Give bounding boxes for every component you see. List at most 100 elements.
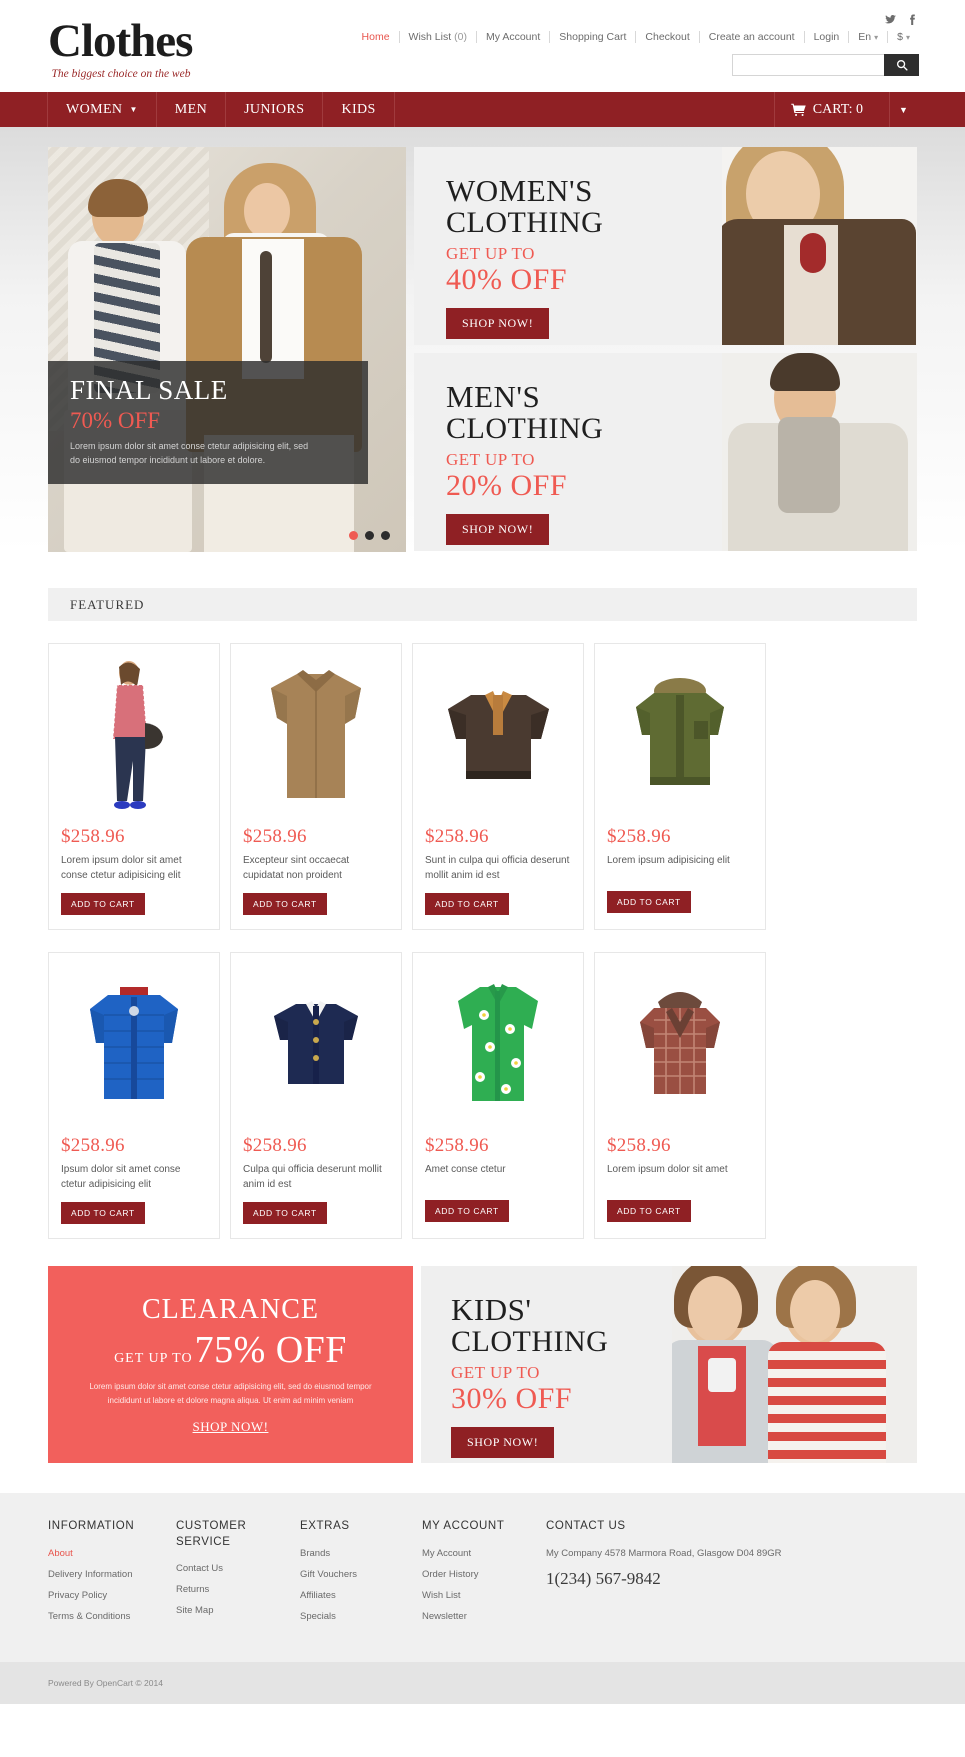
kids-promo-text: KIDS' CLOTHING GET UP TO 30% OFF SHOP NO…: [421, 1266, 608, 1463]
top-link-login[interactable]: Login: [805, 31, 849, 43]
twitter-icon[interactable]: [885, 14, 896, 25]
footer-column-customer-service: CUSTOMER SERVICE Contact Us Returns Site…: [176, 1519, 300, 1632]
chevron-down-icon: ▼: [129, 105, 138, 114]
footer-link-gift-vouchers[interactable]: Gift Vouchers: [300, 1569, 422, 1580]
product-grid-row-2: $258.96 Ipsum dolor sit amet conse ctetu…: [48, 952, 917, 1239]
add-to-cart-button[interactable]: ADD TO CART: [243, 893, 327, 915]
promo-image-womens: [722, 147, 917, 345]
footer-link-order-history[interactable]: Order History: [422, 1569, 546, 1580]
product-price: $258.96: [243, 826, 307, 847]
kids-promo-title-line1: KIDS': [451, 1292, 532, 1327]
footer-link-brands[interactable]: Brands: [300, 1548, 422, 1559]
shop-now-button-mens[interactable]: SHOP NOW!: [446, 513, 550, 545]
cart-block[interactable]: CART: 0 ▼: [773, 92, 917, 127]
nav-item-men-label: MEN: [174, 101, 208, 117]
kids-promo-banner[interactable]: KIDS' CLOTHING GET UP TO 30% OFF SHOP NO…: [421, 1266, 917, 1463]
shop-now-button-kids[interactable]: SHOP NOW!: [451, 1426, 555, 1458]
footer-link-specials[interactable]: Specials: [300, 1611, 422, 1622]
top-link-my-account[interactable]: My Account: [477, 31, 549, 43]
product-card[interactable]: $258.96 Lorem ipsum dolor sit amet conse…: [48, 643, 220, 930]
currency-selector[interactable]: $ ▾: [888, 31, 919, 43]
chevron-down-icon: ▼: [899, 104, 908, 115]
cart-button[interactable]: CART: 0: [791, 102, 889, 118]
top-link-shopping-cart[interactable]: Shopping Cart: [550, 31, 635, 43]
footer-link-newsletter[interactable]: Newsletter: [422, 1611, 546, 1622]
logo-tagline: The biggest choice on the web: [51, 68, 191, 80]
logo[interactable]: Clothes The biggest choice on the web: [48, 18, 193, 81]
footer-link-terms-conditions[interactable]: Terms & Conditions: [48, 1611, 176, 1622]
footer-link-site-map[interactable]: Site Map: [176, 1605, 300, 1616]
footer-link-contact-us[interactable]: Contact Us: [176, 1563, 300, 1574]
product-description: Ipsum dolor sit amet conse ctetur adipis…: [61, 1164, 181, 1190]
cart-dropdown-toggle[interactable]: ▼: [889, 92, 917, 127]
language-label: En: [858, 31, 872, 43]
promo-title-line2: CLOTHING: [446, 206, 604, 240]
footer-link-privacy-policy[interactable]: Privacy Policy: [48, 1590, 176, 1601]
slider-dot-3[interactable]: [381, 531, 390, 540]
promo-discount: 20% OFF: [446, 469, 568, 503]
product-description: Amet conse ctetur: [425, 1164, 506, 1175]
product-card[interactable]: $258.96 Sunt in culpa qui officia deseru…: [412, 643, 584, 930]
site-header: Clothes The biggest choice on the web Ho…: [0, 0, 965, 92]
product-card[interactable]: $258.96 Amet conse ctetur ADD TO CART: [412, 952, 584, 1239]
add-to-cart-button[interactable]: ADD TO CART: [607, 1200, 691, 1222]
nav-item-kids-label: KIDS: [341, 101, 376, 117]
nav-item-women[interactable]: WOMEN ▼: [47, 92, 157, 127]
promo-banner-mens[interactable]: MEN'S CLOTHING GET UP TO 20% OFF SHOP NO…: [414, 353, 917, 551]
footer-link-my-account[interactable]: My Account: [422, 1548, 546, 1559]
slider-dot-2[interactable]: [365, 531, 374, 540]
product-card[interactable]: $258.96 Culpa qui officia deserunt molli…: [230, 952, 402, 1239]
top-link-home[interactable]: Home: [353, 31, 399, 43]
nav-item-kids[interactable]: KIDS: [322, 92, 395, 127]
product-info: $258.96 Ipsum dolor sit amet conse ctetu…: [49, 1135, 219, 1224]
add-to-cart-button[interactable]: ADD TO CART: [425, 1200, 509, 1222]
slider-image: [48, 147, 406, 552]
product-price: $258.96: [61, 826, 125, 847]
search-button[interactable]: [884, 54, 919, 76]
promo-title-line2: CLOTHING: [446, 412, 604, 446]
product-price: $258.96: [425, 1135, 489, 1156]
footer-bottom-bar: Powered By OpenCart © 2014: [0, 1661, 965, 1704]
bottom-banners: CLEARANCE GET UP TO 75% OFF Lorem ipsum …: [48, 1266, 917, 1463]
nav-item-juniors[interactable]: JUNIORS: [225, 92, 324, 127]
clearance-shop-now-link[interactable]: SHOP NOW!: [193, 1419, 269, 1435]
footer-link-returns[interactable]: Returns: [176, 1584, 300, 1595]
add-to-cart-button[interactable]: ADD TO CART: [425, 893, 509, 915]
product-card[interactable]: $258.96 Excepteur sint occaecat cupidata…: [230, 643, 402, 930]
clearance-banner[interactable]: CLEARANCE GET UP TO 75% OFF Lorem ipsum …: [48, 1266, 413, 1463]
main-navigation: WOMEN ▼ MEN JUNIORS KIDS CART: 0 ▼: [0, 92, 965, 127]
product-card[interactable]: $258.96 Lorem ipsum dolor sit amet ADD T…: [594, 952, 766, 1239]
add-to-cart-button[interactable]: ADD TO CART: [243, 1202, 327, 1224]
footer-link-delivery-information[interactable]: Delivery Information: [48, 1569, 176, 1580]
promo-get-up-to: GET UP TO: [446, 244, 535, 264]
product-info: $258.96 Amet conse ctetur ADD TO CART: [413, 1135, 583, 1222]
clearance-discount-row: GET UP TO 75% OFF: [48, 1328, 413, 1372]
promo-title-line1: MEN'S: [446, 379, 541, 414]
kids-promo-discount: 30% OFF: [451, 1382, 573, 1416]
product-card[interactable]: $258.96 Lorem ipsum adipisicing elit ADD…: [594, 643, 766, 930]
footer-link-affiliates[interactable]: Affiliates: [300, 1590, 422, 1601]
slider-dot-1[interactable]: [349, 531, 358, 540]
top-link-wishlist[interactable]: Wish List (0): [400, 31, 476, 43]
search-input[interactable]: [732, 54, 884, 76]
search-icon: [896, 59, 908, 71]
add-to-cart-button[interactable]: ADD TO CART: [61, 1202, 145, 1224]
add-to-cart-button[interactable]: ADD TO CART: [61, 893, 145, 915]
nav-item-men[interactable]: MEN: [155, 92, 227, 127]
hero-section: FINAL SALE 70% OFF Lorem ipsum dolor sit…: [0, 127, 965, 552]
add-to-cart-button[interactable]: ADD TO CART: [607, 891, 691, 913]
product-card[interactable]: $258.96 Ipsum dolor sit amet conse ctetu…: [48, 952, 220, 1239]
shop-now-button-womens[interactable]: SHOP NOW!: [446, 307, 550, 339]
top-nav-links: Home Wish List (0) My Account Shopping Ca…: [353, 31, 919, 43]
slider-pagination[interactable]: [349, 531, 390, 540]
facebook-icon[interactable]: [906, 14, 917, 25]
hero-slider[interactable]: FINAL SALE 70% OFF Lorem ipsum dolor sit…: [48, 147, 406, 552]
top-link-checkout[interactable]: Checkout: [636, 31, 698, 43]
promo-banner-womens[interactable]: WOMEN'S CLOTHING GET UP TO 40% OFF SHOP …: [414, 147, 917, 345]
top-link-create-account[interactable]: Create an account: [700, 31, 804, 43]
footer-link-wish-list[interactable]: Wish List: [422, 1590, 546, 1601]
language-selector[interactable]: En ▾: [849, 31, 887, 43]
footer-link-about[interactable]: About: [48, 1548, 176, 1559]
footer-heading-contact-us: CONTACT US: [546, 1520, 626, 1532]
page-root: Clothes The biggest choice on the web Ho…: [0, 0, 965, 1704]
